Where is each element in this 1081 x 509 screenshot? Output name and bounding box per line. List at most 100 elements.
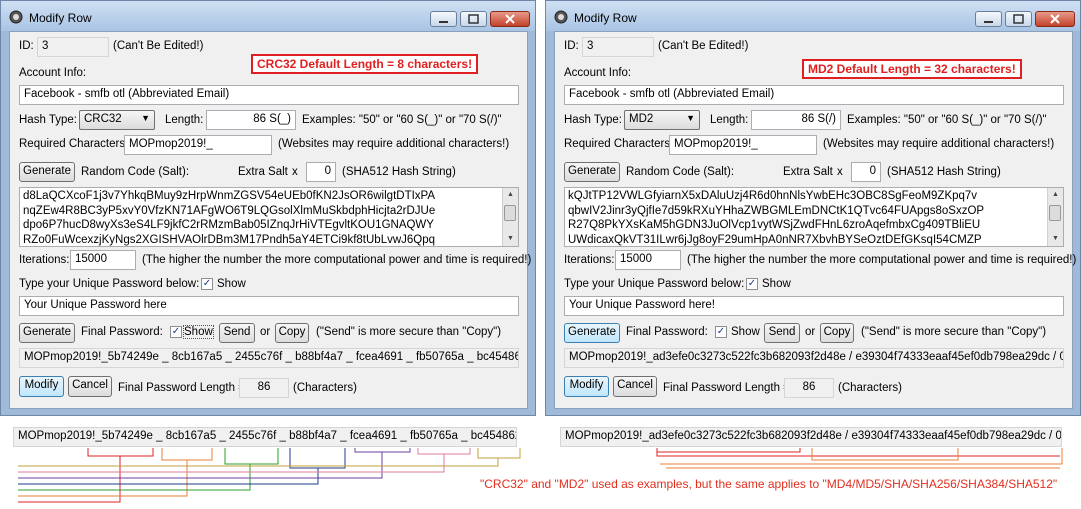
extra-salt-label: Extra Salt xyxy=(783,166,833,178)
unique-password-label: Type your Unique Password below: xyxy=(564,278,745,290)
account-info-field[interactable]: Facebook - smfb otl (Abbreviated Email) xyxy=(564,85,1064,105)
minimize-button[interactable] xyxy=(430,11,457,27)
unique-password-field[interactable]: Your Unique Password here! xyxy=(564,296,1064,316)
extra-salt-label: Extra Salt xyxy=(238,166,288,178)
or-label: or xyxy=(805,326,816,338)
account-info-field[interactable]: Facebook - smfb otl (Abbreviated Email) xyxy=(19,85,519,105)
iterations-note: (The higher the number the more computat… xyxy=(687,254,1077,266)
modify-button[interactable]: Modify xyxy=(564,376,609,397)
send-button[interactable]: Send xyxy=(764,323,800,343)
cancel-button[interactable]: Cancel xyxy=(613,376,657,397)
sha-note: (SHA512 Hash String) xyxy=(342,166,456,178)
id-note: (Can't Be Edited!) xyxy=(113,40,204,52)
sha-note: (SHA512 Hash String) xyxy=(887,166,1001,178)
iterations-field[interactable]: 15000 xyxy=(70,250,136,270)
close-button[interactable] xyxy=(1035,11,1075,27)
hash-type-value: CRC32 xyxy=(84,113,122,125)
close-icon xyxy=(1050,14,1060,24)
scroll-down-icon[interactable]: ▼ xyxy=(1048,232,1063,246)
show-password-label: Show xyxy=(762,278,791,290)
characters-label: (Characters) xyxy=(838,382,902,394)
id-label: ID: xyxy=(564,40,579,52)
close-icon xyxy=(505,14,515,24)
required-characters-field[interactable]: MOPmop2019!_ xyxy=(124,135,272,155)
iterations-field[interactable]: 15000 xyxy=(615,250,681,270)
extra-salt-field[interactable]: 0 xyxy=(306,162,336,182)
salt-line: UWdicaxQkVT31ILwr6jJg8oyF29umHpA0nNR7Xbv… xyxy=(568,233,982,246)
salt-line: RZo0FuWcexzjKyNgs2XGISHVAOlrDBm3M17Pndh5… xyxy=(23,233,436,246)
minimize-icon xyxy=(439,21,448,23)
app-icon xyxy=(9,10,23,24)
scroll-up-icon[interactable]: ▲ xyxy=(503,188,518,202)
salt-line: d8LaQCXcoF1j3v7YhkqBMuy9zHrpWnmZGSV54eUE… xyxy=(23,190,436,202)
hash-type-label: Hash Type: xyxy=(564,114,622,126)
show-final-password-checkbox[interactable]: ✓ xyxy=(170,326,182,338)
random-code-label: Random Code (Salt): xyxy=(81,166,190,178)
scroll-up-icon[interactable]: ▲ xyxy=(1048,188,1063,202)
salt-textarea[interactable]: d8LaQCXcoF1j3v7YhkqBMuy9zHrpWnmZGSV54eUE… xyxy=(19,187,519,247)
required-characters-label: Required Characters: xyxy=(19,138,129,150)
copy-button[interactable]: Copy xyxy=(820,323,854,343)
dialog-body: ID: 3 (Can't Be Edited!) CRC32 Default L… xyxy=(9,31,531,409)
show-final-password-checkbox[interactable]: ✓ xyxy=(715,326,727,338)
generate-password-button[interactable]: Generate xyxy=(19,323,75,343)
hash-type-select[interactable]: MD2 ▼ xyxy=(624,110,700,130)
id-field: 3 xyxy=(37,37,109,57)
close-button[interactable] xyxy=(490,11,530,27)
length-field[interactable]: 86 S(_) xyxy=(206,110,296,130)
scroll-thumb[interactable] xyxy=(1049,205,1061,221)
md2-segment-bracket xyxy=(656,448,1063,469)
salt-line: R27Q8PkYXsKaM5hGDN3JuOlVcp1vytWSjZwdFHnL… xyxy=(568,219,981,231)
send-button[interactable]: Send xyxy=(219,323,255,343)
extra-salt-field[interactable]: 0 xyxy=(851,162,881,182)
maximize-icon xyxy=(1013,14,1024,24)
maximize-button[interactable] xyxy=(1005,11,1032,27)
crc32-password-zoom: MOPmop2019!_5b74249e _ 8cb167a5 _ 2455c7… xyxy=(13,427,517,447)
copy-button[interactable]: Copy xyxy=(275,323,309,343)
generate-password-button[interactable]: Generate xyxy=(564,323,620,343)
required-characters-field[interactable]: MOPmop2019!_ xyxy=(669,135,817,155)
required-characters-note: (Websites may require additional charact… xyxy=(278,138,510,150)
length-field[interactable]: 86 S(/) xyxy=(751,110,841,130)
id-note: (Can't Be Edited!) xyxy=(658,40,749,52)
maximize-button[interactable] xyxy=(460,11,487,27)
scroll-thumb[interactable] xyxy=(504,205,516,221)
show-password-checkbox[interactable]: ✓ xyxy=(201,278,213,290)
final-length-field: 86 xyxy=(239,378,289,398)
final-password-field: MOPmop2019!_5b74249e _ 8cb167a5 _ 2455c7… xyxy=(19,348,519,368)
salt-scrollbar[interactable]: ▲ ▼ xyxy=(502,188,518,246)
final-length-field: 86 xyxy=(784,378,834,398)
unique-password-field[interactable]: Your Unique Password here xyxy=(19,296,519,316)
length-label: Length: xyxy=(710,114,749,126)
account-info-label: Account Info: xyxy=(19,67,87,79)
footnote: "CRC32" and "MD2" used as examples, but … xyxy=(480,477,1058,491)
salt-line: qbwIV2Jinr3yQjfIe7d59kRXuYHhaZWBGMLEmDNC… xyxy=(568,204,985,217)
show-final-password-label: Show xyxy=(183,325,214,339)
length-callout: MD2 Default Length = 32 characters! xyxy=(802,59,1022,79)
crc32-segment-bracket xyxy=(18,448,521,503)
scroll-down-icon[interactable]: ▼ xyxy=(503,232,518,246)
length-examples: Examples: "50" or "60 S(_)" or "70 S(/)" xyxy=(847,114,1047,126)
required-characters-label: Required Characters: xyxy=(564,138,674,150)
show-password-checkbox[interactable]: ✓ xyxy=(746,278,758,290)
id-label: ID: xyxy=(19,40,34,52)
extra-salt-x: x xyxy=(292,166,298,178)
final-password-field: MOPmop2019!_ad3efe0c3273c522fc3b682093f2… xyxy=(564,348,1064,368)
window-title: Modify Row xyxy=(29,11,92,25)
generate-salt-button[interactable]: Generate xyxy=(19,162,75,182)
minimize-icon xyxy=(984,21,993,23)
cancel-button[interactable]: Cancel xyxy=(68,376,112,397)
minimize-button[interactable] xyxy=(975,11,1002,27)
title-bar[interactable]: Modify Row xyxy=(546,1,1080,31)
title-bar[interactable]: Modify Row xyxy=(1,1,535,31)
chevron-down-icon: ▼ xyxy=(686,113,695,123)
hash-type-select[interactable]: CRC32 ▼ xyxy=(79,110,155,130)
length-label: Length: xyxy=(165,114,204,126)
salt-scrollbar[interactable]: ▲ ▼ xyxy=(1047,188,1063,246)
unique-password-label: Type your Unique Password below: xyxy=(19,278,200,290)
modify-button[interactable]: Modify xyxy=(19,376,64,397)
length-callout: CRC32 Default Length = 8 characters! xyxy=(251,54,479,74)
final-password-label: Final Password: xyxy=(81,326,163,338)
generate-salt-button[interactable]: Generate xyxy=(564,162,620,182)
salt-textarea[interactable]: kQJtTP12VWLGfyiarnX5xDAluUzj4R6d0hnNlsYw… xyxy=(564,187,1064,247)
